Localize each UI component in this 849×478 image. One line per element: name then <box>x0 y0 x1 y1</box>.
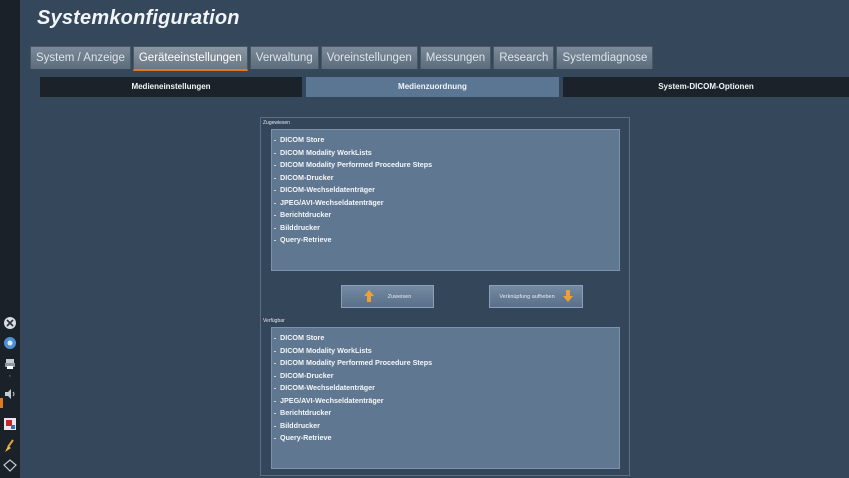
assigned-group-label: Zugewiesen <box>263 120 290 126</box>
list-item-label: Query-Retrieve <box>280 235 332 244</box>
list-item-label: DICOM-Drucker <box>280 370 334 380</box>
list-item[interactable]: Query-Retrieve <box>272 432 619 445</box>
settings-circle-icon[interactable] <box>2 335 18 351</box>
list-bullet <box>274 388 276 389</box>
list-item[interactable]: DICOM Store <box>272 332 619 345</box>
list-item-label: DICOM Store <box>280 135 325 144</box>
subtab-medieneinstellungen[interactable]: Medieneinstellungen <box>40 77 302 97</box>
main-tabs: System / Anzeige Geräteeinstellungen Ver… <box>30 46 655 71</box>
list-bullet <box>274 400 276 402</box>
list-item[interactable]: DICOM Modality WorkLists <box>272 345 619 358</box>
assign-button-label: Zuweisen <box>387 293 412 300</box>
list-bullet <box>274 152 276 154</box>
volume-level-indicator <box>0 398 3 408</box>
list-bullet <box>274 177 276 179</box>
list-item[interactable]: DICOM Store <box>272 134 619 147</box>
list-item[interactable]: DICOM Modality Performed Procedure Steps <box>272 159 619 172</box>
list-item-label: Query-Retrieve <box>280 433 332 442</box>
list-bullet <box>274 350 276 352</box>
list-bullet <box>274 425 276 427</box>
list-item[interactable]: DICOM-Drucker <box>272 172 619 185</box>
list-bullet <box>274 240 276 241</box>
list-item[interactable]: Query-Retrieve <box>272 234 619 247</box>
tab-geraeteeinstellungen[interactable]: Geräteeinstellungen <box>132 46 248 71</box>
list-item-label: Bilddrucker <box>280 222 320 232</box>
list-bullet <box>274 338 276 339</box>
assign-button[interactable]: Zuweisen <box>341 285 434 308</box>
tab-verwaltung[interactable]: Verwaltung <box>249 46 319 69</box>
list-item-label: DICOM-Wechseldatenträger <box>280 383 375 392</box>
list-bullet <box>274 215 276 216</box>
list-item-label: JPEG/AVI-Wechseldatenträger <box>280 197 384 207</box>
list-item[interactable]: Bilddrucker <box>272 222 619 235</box>
available-list[interactable]: DICOM Store DICOM Modality WorkLists DICOM… <box>271 327 620 469</box>
arrow-up-icon <box>363 289 374 304</box>
list-item[interactable]: Berichtdrucker <box>272 209 619 222</box>
list-item-label: Bilddrucker <box>280 420 320 430</box>
subtab-medienzuordnung[interactable]: Medienzuordnung <box>306 77 559 97</box>
list-item-label: DICOM Modality Performed Procedure Steps <box>280 160 433 169</box>
list-bullet <box>274 140 276 141</box>
list-item-label: DICOM Modality WorkLists <box>280 345 372 355</box>
volume-icon[interactable] <box>2 386 18 402</box>
tab-research[interactable]: Research <box>493 46 555 69</box>
tab-systemdiagnose[interactable]: Systemdiagnose <box>556 46 654 69</box>
network-signal-icon[interactable] <box>2 458 18 474</box>
list-bullet <box>274 375 276 377</box>
list-item[interactable]: JPEG/AVI-Wechseldatenträger <box>272 395 619 408</box>
unlink-button[interactable]: Verknüpfung aufheben <box>489 285 583 308</box>
list-bullet <box>274 413 276 414</box>
tab-messungen[interactable]: Messungen <box>419 46 492 69</box>
list-item[interactable]: DICOM-Wechseldatenträger <box>272 382 619 395</box>
list-bullet <box>274 438 276 439</box>
list-item-label: JPEG/AVI-Wechseldatenträger <box>280 395 384 405</box>
left-toolbar: ▪ <box>0 0 20 478</box>
list-bullet <box>274 190 276 191</box>
list-item[interactable]: DICOM-Drucker <box>272 370 619 383</box>
list-item-label: Berichtdrucker <box>280 408 332 417</box>
patient-report-icon[interactable] <box>2 416 18 432</box>
list-bullet <box>274 227 276 229</box>
list-item[interactable]: Berichtdrucker <box>272 407 619 420</box>
list-bullet <box>274 165 276 166</box>
tab-voreinstellungen[interactable]: Voreinstellungen <box>320 46 418 69</box>
list-item[interactable]: DICOM-Wechseldatenträger <box>272 184 619 197</box>
list-item-label: DICOM Modality Performed Procedure Steps <box>280 358 433 367</box>
main-area: Systemkonfiguration System / Anzeige Ger… <box>20 0 849 478</box>
media-assignment-panel: Zugewiesen DICOM Store DICOM Modality Wor… <box>260 117 630 476</box>
assigned-list[interactable]: DICOM Store DICOM Modality WorkLists DICOM… <box>271 129 620 271</box>
list-item-label: DICOM Store <box>280 333 325 342</box>
print-icon[interactable] <box>2 356 18 372</box>
list-item[interactable]: Bilddrucker <box>272 420 619 433</box>
list-item[interactable]: DICOM Modality Performed Procedure Steps <box>272 357 619 370</box>
list-item-label: DICOM-Drucker <box>280 172 334 182</box>
arrow-down-icon <box>562 289 573 304</box>
list-item-label: DICOM Modality WorkLists <box>280 147 372 157</box>
close-circle-icon[interactable] <box>2 315 18 331</box>
print-counter: ▪ <box>9 373 11 378</box>
list-bullet <box>274 202 276 204</box>
subtab-system-dicom-optionen[interactable]: System-DICOM-Optionen <box>563 77 849 97</box>
cleaning-brush-icon[interactable] <box>2 438 18 454</box>
list-item-label: DICOM-Wechseldatenträger <box>280 185 375 194</box>
list-item[interactable]: JPEG/AVI-Wechseldatenträger <box>272 197 619 210</box>
page-title: Systemkonfiguration <box>37 7 240 29</box>
tab-system-anzeige[interactable]: System / Anzeige <box>30 46 131 69</box>
unlink-button-label: Verknüpfung aufheben <box>499 293 555 300</box>
list-bullet <box>274 363 276 364</box>
sub-tabs: Medieneinstellungen Medienzuordnung Syst… <box>40 77 849 97</box>
list-item-label: Berichtdrucker <box>280 210 332 219</box>
available-group-label: Verfügbar <box>263 318 285 324</box>
list-item[interactable]: DICOM Modality WorkLists <box>272 147 619 160</box>
